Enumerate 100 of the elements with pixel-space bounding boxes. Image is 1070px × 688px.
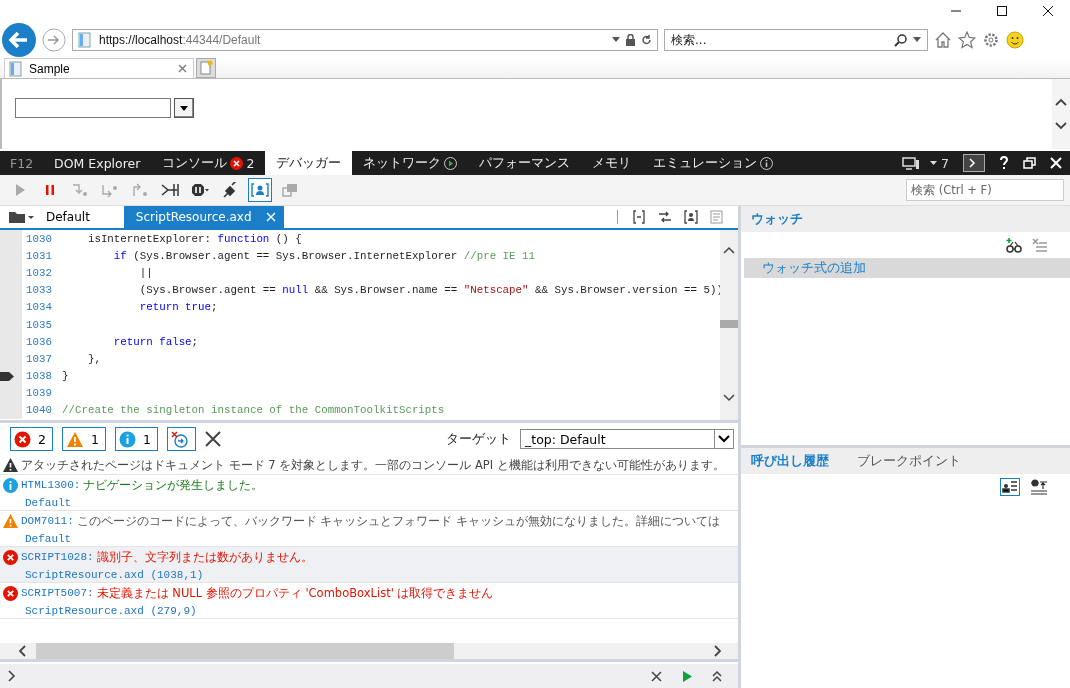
- scroll-down-icon[interactable]: [723, 394, 735, 402]
- console-message[interactable]: SCRIPT5007: 未定義または NULL 参照のプロパティ 'ComboBoxList' は取得できません ScriptResource.axd (279,9): [0, 583, 738, 619]
- code-line: },: [86, 352, 101, 365]
- file-tab[interactable]: Default: [34, 206, 98, 228]
- message-text: アタッチされたページはドキュメント モード 7 を対象とします。一部のコンソール API と機能は利用できない可能性があります。: [21, 457, 725, 473]
- filter-count: 2: [38, 431, 46, 447]
- devtools-tab[interactable]: エミュレーション: [642, 151, 785, 175]
- refresh-icon[interactable]: [641, 34, 652, 46]
- search-field[interactable]: 検索 (Ctrl + F): [906, 179, 1064, 201]
- swap-icon[interactable]: [658, 210, 672, 224]
- console-message[interactable]: HTML1300: ナビゲーションが発生しました。 Default: [0, 475, 738, 511]
- devtools-tab[interactable]: デバッガー: [265, 151, 353, 175]
- lock-icon: [625, 34, 636, 46]
- clear-on-navigate-button[interactable]: [166, 427, 196, 451]
- scrollbar-thumb[interactable]: [36, 643, 454, 659]
- home-icon[interactable]: [934, 31, 952, 49]
- scroll-down-icon[interactable]: [1055, 122, 1067, 130]
- line-number: 1034: [25, 301, 53, 314]
- message-text: 識別子、文字列または数がありません。: [96, 549, 313, 565]
- console-message[interactable]: アタッチされたページはドキュメント モード 7 を対象とします。一部のコンソール API と機能は利用できない可能性があります。: [0, 455, 738, 475]
- close-icon[interactable]: [1042, 5, 1054, 17]
- dropdown-arrow[interactable]: [714, 430, 733, 448]
- folder-icon[interactable]: [8, 210, 34, 224]
- console-message[interactable]: SCRIPT1028: 識別子、文字列または数がありません。 ScriptResource.axd (1038,1): [0, 547, 738, 583]
- scroll-up-icon[interactable]: [723, 246, 735, 254]
- line-number: 1037: [25, 352, 53, 365]
- frame-icon[interactable]: [1000, 478, 1020, 496]
- line-number: 1040: [25, 404, 53, 417]
- clear-icon[interactable]: [651, 670, 662, 682]
- panel-tab[interactable]: 呼び出し履歴: [751, 452, 829, 470]
- devtools-tab[interactable]: ネットワーク: [352, 151, 469, 175]
- step-out-icon: [131, 182, 149, 198]
- braces-icon[interactable]: [632, 210, 646, 224]
- code-line: return false;: [112, 335, 199, 348]
- source-link[interactable]: Default: [25, 497, 72, 509]
- combo-dropdown-button[interactable]: [174, 98, 194, 118]
- caret-icon[interactable]: [930, 160, 938, 166]
- tab-label: パフォーマンス: [479, 154, 571, 172]
- warning-icon: [3, 514, 18, 528]
- just-my-code-button[interactable]: [248, 178, 272, 202]
- combo-input[interactable]: [15, 98, 171, 118]
- breakpoint-list-icon[interactable]: [1030, 479, 1048, 495]
- panel-icon: [281, 182, 299, 198]
- file-name: Default: [46, 210, 90, 224]
- line-number: 1035: [25, 318, 53, 331]
- source-link[interactable]: ScriptResource.axd (1038,1): [25, 569, 204, 581]
- search-field[interactable]: 検索...: [664, 29, 928, 51]
- scroll-up-icon[interactable]: [1055, 98, 1067, 106]
- url-path: :44344/Default: [182, 33, 261, 47]
- devtools-tab[interactable]: コンソール 2: [151, 151, 266, 175]
- source-link[interactable]: Default: [25, 533, 72, 545]
- expand-icon[interactable]: [712, 670, 722, 682]
- line-number: 1039: [25, 387, 53, 400]
- file-tab[interactable]: ScriptResource.axd: [123, 206, 284, 228]
- info-icon: [760, 156, 774, 170]
- panel-tab[interactable]: ブレークポイント: [857, 452, 961, 470]
- url-host: https://localhost: [99, 33, 183, 47]
- error-count: 2: [246, 155, 255, 171]
- code-line: //Create the singleton instance of the CommonToolkitScripts: [62, 404, 445, 417]
- message-text: 未定義または NULL 参照のプロパティ 'ComboBoxList' は取得できません: [96, 585, 494, 601]
- message-text: このページのコードによって、バックワード キャッシュとフォワード キャッシュが無効になりました。詳細については: [76, 513, 721, 529]
- star-icon[interactable]: [958, 31, 976, 49]
- devtools-tab[interactable]: パフォーマンス: [468, 151, 582, 175]
- clear-icon[interactable]: [204, 431, 221, 447]
- warning-icon: [3, 458, 18, 472]
- maximize-icon[interactable]: [996, 5, 1008, 17]
- tab-label: メモリ: [592, 154, 632, 172]
- scroll-left-icon[interactable]: [18, 645, 26, 657]
- dropdown-icon[interactable]: [612, 37, 620, 43]
- address-bar[interactable]: https://localhost:44344/Default: [72, 29, 658, 51]
- help-icon[interactable]: [999, 156, 1009, 170]
- remove-all-icon[interactable]: [1032, 237, 1048, 253]
- scroll-right-icon[interactable]: [714, 645, 722, 657]
- target-select[interactable]: _top: Default: [520, 429, 734, 449]
- console-icon[interactable]: [963, 154, 985, 172]
- line-number: 1031: [25, 249, 53, 262]
- step-over-icon: [101, 182, 119, 198]
- run-icon[interactable]: [682, 670, 692, 682]
- user-code-icon[interactable]: [684, 210, 698, 224]
- warning-filter-button[interactable]: 1: [61, 427, 106, 451]
- target-value: _top: Default: [524, 431, 607, 447]
- monitor-icon[interactable]: [902, 156, 921, 170]
- smiley-icon[interactable]: [1006, 31, 1024, 49]
- info-filter-button[interactable]: 1: [114, 427, 158, 451]
- scrollbar-thumb[interactable]: [720, 320, 738, 328]
- dropdown-icon[interactable]: [913, 37, 921, 43]
- source-link[interactable]: ScriptResource.axd (279,9): [25, 605, 197, 617]
- devtools-tab[interactable]: DOM Explorer: [43, 151, 152, 175]
- devtools-tab[interactable]: メモリ: [581, 151, 643, 175]
- back-button[interactable]: [2, 23, 36, 57]
- error-filter-button[interactable]: 2: [10, 427, 53, 451]
- restore-icon[interactable]: [1023, 157, 1036, 169]
- settings-icon[interactable]: [982, 31, 1000, 49]
- browser-tab[interactable]: Sample: [4, 58, 194, 78]
- add-watch-icon[interactable]: [1006, 237, 1022, 253]
- tab-label: コンソール: [162, 154, 228, 172]
- search-icon[interactable]: [894, 33, 907, 47]
- error-icon: [14, 430, 31, 448]
- line-number: 1032: [25, 266, 53, 279]
- document-mode[interactable]: 7: [941, 155, 949, 171]
